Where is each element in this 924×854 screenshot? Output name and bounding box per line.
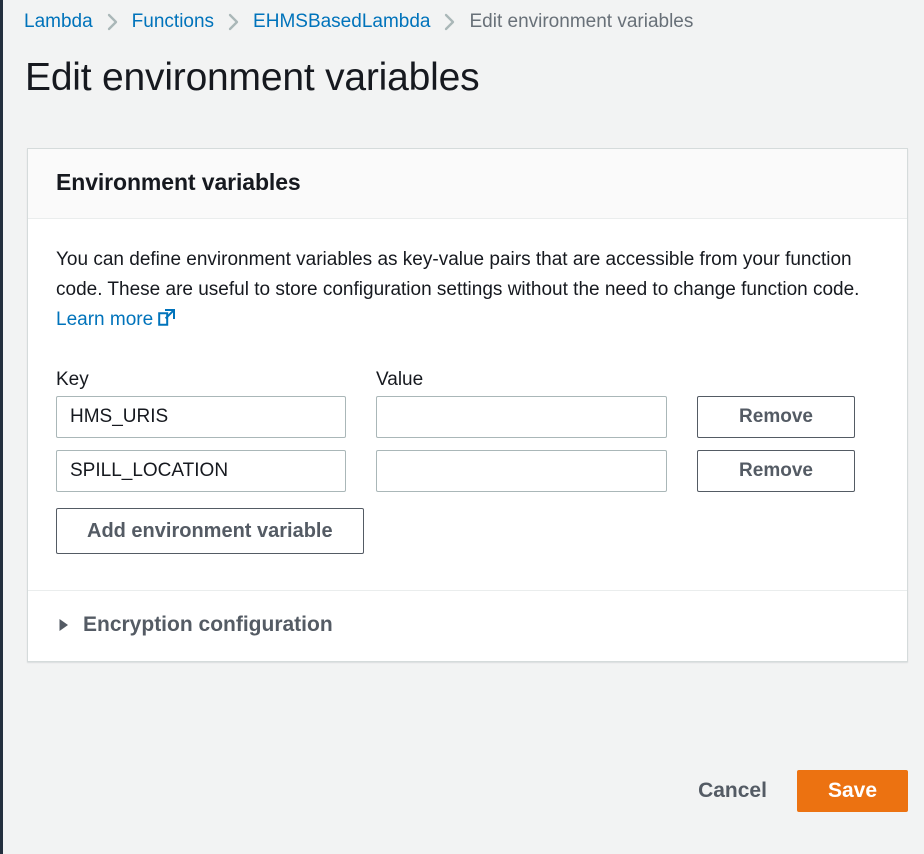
left-navigation-edge <box>0 0 3 854</box>
chevron-right-icon <box>227 13 240 31</box>
add-environment-variable-button[interactable]: Add environment variable <box>56 508 364 554</box>
save-button[interactable]: Save <box>797 770 908 812</box>
spacer <box>697 369 855 391</box>
page-container: Lambda Functions EHMSBasedLambda Edit en… <box>3 0 924 854</box>
value-input-row-1[interactable] <box>376 396 667 438</box>
key-input-row-1[interactable] <box>56 396 346 438</box>
card-header-title: Environment variables <box>56 169 879 196</box>
breadcrumb-item-function-name[interactable]: EHMSBasedLambda <box>253 11 430 33</box>
value-cell <box>376 450 667 492</box>
encryption-configuration-toggle[interactable]: Encryption configuration <box>58 613 879 637</box>
breadcrumb-item-lambda[interactable]: Lambda <box>24 11 93 33</box>
spacer <box>667 369 697 391</box>
key-cell <box>56 396 346 438</box>
description-text: You can define environment variables as … <box>56 249 859 300</box>
action-cell: Remove <box>697 396 855 438</box>
learn-more-link[interactable]: Learn more <box>56 309 153 330</box>
breadcrumb-item-functions[interactable]: Functions <box>132 11 214 33</box>
caret-right-icon[interactable] <box>58 618 70 632</box>
remove-button-row-1[interactable]: Remove <box>697 396 855 438</box>
table-row: Remove <box>56 450 879 492</box>
card-body: You can define environment variables as … <box>28 219 907 590</box>
key-column-label: Key <box>56 369 346 391</box>
cancel-button[interactable]: Cancel <box>692 771 773 811</box>
external-link-icon[interactable] <box>157 308 176 327</box>
page-title: Edit environment variables <box>3 58 924 99</box>
breadcrumb-item-current: Edit environment variables <box>469 11 693 33</box>
chevron-right-icon <box>106 13 119 31</box>
spacer <box>346 369 376 391</box>
table-row: Remove <box>56 396 879 438</box>
remove-button-row-2[interactable]: Remove <box>697 450 855 492</box>
value-cell <box>376 396 667 438</box>
key-cell <box>56 450 346 492</box>
encryption-configuration-label: Encryption configuration <box>83 613 333 637</box>
key-input-row-2[interactable] <box>56 450 346 492</box>
environment-variables-card: Environment variables You can define env… <box>27 148 908 662</box>
action-cell: Remove <box>697 450 855 492</box>
card-header: Environment variables <box>28 149 907 219</box>
footer-actions: Cancel Save <box>27 770 908 812</box>
card-description: You can define environment variables as … <box>56 245 866 335</box>
breadcrumb: Lambda Functions EHMSBasedLambda Edit en… <box>3 0 924 44</box>
chevron-right-icon <box>443 13 456 31</box>
value-column-label: Value <box>376 369 667 391</box>
value-input-row-2[interactable] <box>376 450 667 492</box>
field-labels-row: Key Value <box>56 369 879 391</box>
encryption-configuration-section: Encryption configuration <box>28 590 907 661</box>
add-button-wrapper: Add environment variable <box>56 508 879 554</box>
